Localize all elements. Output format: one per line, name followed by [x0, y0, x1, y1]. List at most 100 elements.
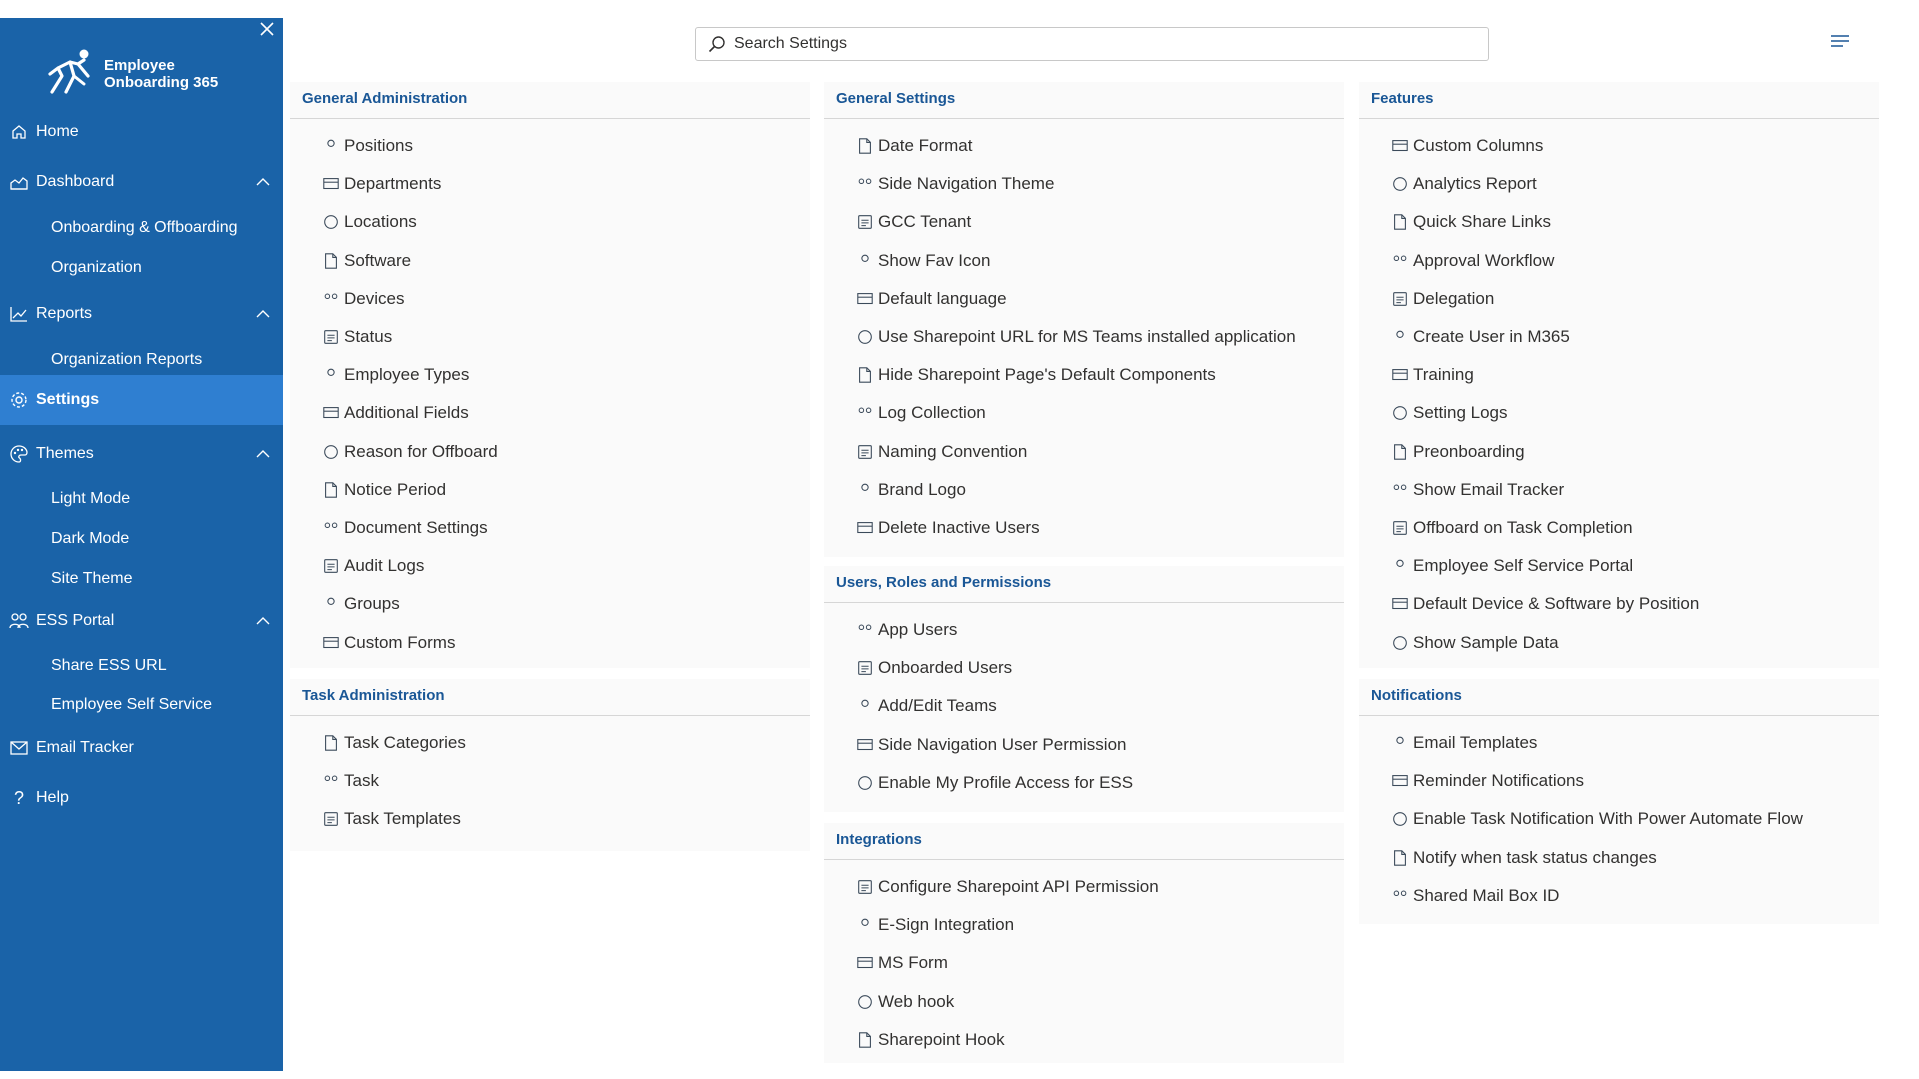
setting-item-side-navigation-theme[interactable]: Side Navigation Theme	[854, 170, 1054, 198]
sidebar-item-settings[interactable]: Settings	[0, 375, 283, 425]
sidebar-subitem-light-mode[interactable]: Light Mode	[51, 483, 130, 515]
setting-item-onboarded-users[interactable]: Onboarded Users	[854, 654, 1012, 682]
sidebar-item-dashboard[interactable]: Dashboard	[0, 162, 283, 202]
setting-item-naming-convention[interactable]: Naming Convention	[854, 438, 1027, 466]
sidebar-subitem-site-theme[interactable]: Site Theme	[51, 563, 133, 595]
setting-item-additional-fields[interactable]: Additional Fields	[320, 399, 469, 427]
search-input[interactable]	[732, 34, 1488, 54]
setting-item-create-user-in-m365[interactable]: Create User in M365	[1389, 323, 1570, 351]
setting-item-task-categories[interactable]: Task Categories	[320, 729, 466, 757]
setting-item-log-collection[interactable]: Log Collection	[854, 399, 986, 427]
setting-icon	[320, 633, 342, 653]
setting-item-gcc-tenant[interactable]: GCC Tenant	[854, 208, 971, 236]
setting-item-default-device-software-by-position[interactable]: Default Device & Software by Position	[1389, 590, 1699, 618]
setting-item-positions[interactable]: Positions	[320, 132, 413, 160]
sidebar-subitem-organization[interactable]: Organization	[51, 252, 142, 284]
setting-item-show-email-tracker[interactable]: Show Email Tracker	[1389, 476, 1564, 504]
setting-item-web-hook[interactable]: Web hook	[854, 988, 954, 1016]
setting-item-add-edit-teams[interactable]: Add/Edit Teams	[854, 692, 997, 720]
setting-item-label: Audit Logs	[344, 556, 425, 576]
sidebar-subitem-organization-reports[interactable]: Organization Reports	[51, 344, 202, 376]
setting-item-document-settings[interactable]: Document Settings	[320, 514, 488, 542]
sidebar-subitem-onboarding-offboarding[interactable]: Onboarding & Offboarding	[51, 212, 238, 244]
setting-item-task-templates[interactable]: Task Templates	[320, 805, 461, 833]
setting-item-brand-logo[interactable]: Brand Logo	[854, 476, 966, 504]
setting-item-approval-workflow[interactable]: Approval Workflow	[1389, 247, 1554, 275]
setting-icon	[320, 771, 342, 791]
setting-item-software[interactable]: Software	[320, 247, 411, 275]
setting-item-training[interactable]: Training	[1389, 361, 1474, 389]
setting-item-e-sign-integration[interactable]: E-Sign Integration	[854, 911, 1014, 939]
setting-item-date-format[interactable]: Date Format	[854, 132, 972, 160]
chevron-up-icon[interactable]	[253, 310, 273, 318]
sidebar-item-help[interactable]: ? Help	[0, 778, 283, 818]
setting-item-status[interactable]: Status	[320, 323, 392, 351]
setting-item-label: Side Navigation User Permission	[878, 734, 1127, 754]
setting-item-employee-types[interactable]: Employee Types	[320, 361, 469, 389]
hamburger-menu-icon[interactable]	[1830, 34, 1854, 54]
setting-icon	[854, 658, 876, 678]
setting-item-enable-task-notification-with-power-automate-flow[interactable]: Enable Task Notification With Power Auto…	[1389, 805, 1803, 833]
setting-item-delete-inactive-users[interactable]: Delete Inactive Users	[854, 514, 1040, 542]
setting-item-groups[interactable]: Groups	[320, 590, 400, 618]
setting-item-preonboarding[interactable]: Preonboarding	[1389, 438, 1525, 466]
sidebar-subitem-share-ess-url[interactable]: Share ESS URL	[51, 650, 167, 682]
panel-notifications: Notifications Email Templates Reminder No…	[1359, 679, 1879, 924]
setting-item-setting-logs[interactable]: Setting Logs	[1389, 399, 1508, 427]
setting-item-sharepoint-hook[interactable]: Sharepoint Hook	[854, 1026, 1005, 1054]
setting-item-notify-when-task-status-changes[interactable]: Notify when task status changes	[1389, 844, 1657, 872]
setting-item-ms-form[interactable]: MS Form	[854, 949, 948, 977]
setting-item-label: Onboarded Users	[878, 658, 1013, 678]
close-icon[interactable]	[260, 22, 280, 42]
setting-item-configure-sharepoint-api-permission[interactable]: Configure Sharepoint API Permission	[854, 873, 1159, 901]
sidebar-item-email-tracker[interactable]: Email Tracker	[0, 728, 283, 768]
setting-item-show-sample-data[interactable]: Show Sample Data	[1389, 629, 1559, 657]
setting-item-offboard-on-task-completion[interactable]: Offboard on Task Completion	[1389, 514, 1633, 542]
setting-item-audit-logs[interactable]: Audit Logs	[320, 552, 424, 580]
setting-item-label: Notify when task status changes	[1413, 847, 1657, 867]
chevron-up-icon[interactable]	[253, 617, 273, 625]
sidebar-subitem-employee-self-service[interactable]: Employee Self Service	[51, 689, 212, 721]
chevron-up-icon[interactable]	[253, 450, 273, 458]
setting-icon	[854, 992, 876, 1012]
sidebar-item-home[interactable]: Home	[0, 112, 283, 152]
sidebar-subitem-dark-mode[interactable]: Dark Mode	[51, 523, 129, 555]
setting-item-email-templates[interactable]: Email Templates	[1389, 729, 1537, 757]
chevron-up-icon[interactable]	[253, 178, 273, 186]
setting-item-analytics-report[interactable]: Analytics Report	[1389, 170, 1537, 198]
setting-item-shared-mail-box-id[interactable]: Shared Mail Box ID	[1389, 882, 1559, 910]
setting-item-departments[interactable]: Departments	[320, 170, 441, 198]
setting-item-use-sharepoint-url-for-ms-teams-installed-application[interactable]: Use Sharepoint URL for MS Teams installe…	[854, 323, 1296, 351]
setting-item-side-navigation-user-permission[interactable]: Side Navigation User Permission	[854, 731, 1127, 759]
section-title: Task Administration	[302, 687, 445, 704]
brand-line-2: Onboarding 365	[104, 74, 219, 91]
search-bar[interactable]	[695, 27, 1489, 61]
setting-item-hide-sharepoint-page-s-default-components[interactable]: Hide Sharepoint Page's Default Component…	[854, 361, 1216, 389]
setting-item-custom-columns[interactable]: Custom Columns	[1389, 132, 1543, 160]
palette-icon	[8, 445, 30, 463]
setting-item-enable-my-profile-access-for-ess[interactable]: Enable My Profile Access for ESS	[854, 769, 1133, 797]
setting-item-task[interactable]: Task	[320, 767, 379, 795]
setting-item-label: Delegation	[1413, 288, 1495, 308]
setting-item-quick-share-links[interactable]: Quick Share Links	[1389, 208, 1551, 236]
setting-item-reminder-notifications[interactable]: Reminder Notifications	[1389, 767, 1584, 795]
sidebar-item-themes[interactable]: Themes	[0, 434, 283, 474]
sidebar-item-reports[interactable]: Reports	[0, 294, 283, 334]
sidebar-item-ess-portal[interactable]: ESS Portal	[0, 601, 283, 641]
setting-item-custom-forms[interactable]: Custom Forms	[320, 629, 455, 657]
setting-item-label: Side Navigation Theme	[878, 174, 1055, 194]
setting-icon	[854, 1030, 876, 1050]
setting-item-notice-period[interactable]: Notice Period	[320, 476, 446, 504]
divider	[290, 118, 810, 119]
setting-item-app-users[interactable]: App Users	[854, 616, 957, 644]
setting-item-default-language[interactable]: Default language	[854, 285, 1007, 313]
setting-item-reason-for-offboard[interactable]: Reason for Offboard	[320, 438, 498, 466]
setting-item-employee-self-service-portal[interactable]: Employee Self Service Portal	[1389, 552, 1633, 580]
setting-item-locations[interactable]: Locations	[320, 208, 417, 236]
setting-item-show-fav-icon[interactable]: Show Fav Icon	[854, 247, 990, 275]
setting-item-delegation[interactable]: Delegation	[1389, 285, 1494, 313]
setting-item-label: Positions	[344, 136, 413, 155]
setting-item-label: Enable Task Notification With Power Auto…	[1413, 809, 1803, 829]
setting-item-devices[interactable]: Devices	[320, 285, 404, 313]
setting-icon	[320, 518, 342, 538]
